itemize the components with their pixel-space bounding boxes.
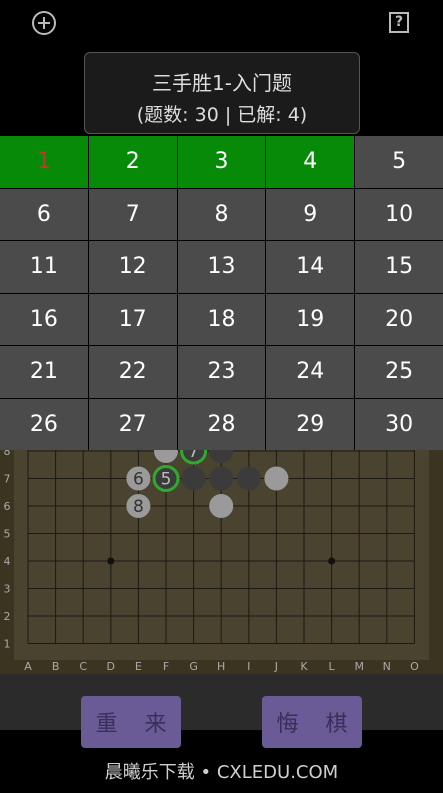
level-cell-21[interactable]: 21 [0,346,88,398]
help-icon[interactable]: ? [389,12,409,33]
level-cell-28[interactable]: 28 [177,398,266,450]
level-cell-18[interactable]: 18 [177,293,266,345]
board-canvas[interactable]: 87654321A B C D E F G H I J K L M N O6 587 [0,450,443,674]
undo-button[interactable]: 悔 棋 [262,696,362,748]
restart-button[interactable]: 重 来 [81,696,181,748]
level-cell-25[interactable]: 25 [355,346,443,398]
row-label-6: 6 [4,500,11,513]
level-cell-16[interactable]: 16 [0,293,88,345]
star-point-0 [107,557,115,565]
col-label-K: K [300,660,308,673]
row-label-3: 3 [4,583,11,596]
col-label-L: L [329,660,336,673]
level-cell-4[interactable]: 4 [266,136,355,188]
level-cell-22[interactable]: 22 [88,346,177,398]
row-label-7: 7 [4,473,11,486]
puzzle-set-title: 三手胜1-入门题 [152,71,292,95]
col-label-B: B [52,660,60,673]
level-cell-19[interactable]: 19 [266,293,355,345]
level-cell-23[interactable]: 23 [177,346,266,398]
gomoku-board[interactable]: 87654321ABCDEFGHIJKLMNO6587 [0,450,443,674]
level-cell-15[interactable]: 15 [355,241,443,293]
col-label-F: F [163,660,169,673]
level-cell-3[interactable]: 3 [177,136,266,188]
row-label-2: 2 [4,610,11,623]
puzzle-title-panel: 三手胜1-入门题 (题数: 30 | 已解: 4) [84,52,360,134]
row-label-1: 1 [4,638,11,651]
level-cell-12[interactable]: 12 [88,241,177,293]
col-label-I: I [247,660,250,673]
level-cell-29[interactable]: 29 [266,398,355,450]
level-cell-13[interactable]: 13 [177,241,266,293]
col-label-C: C [79,660,87,673]
bottom-panel [0,674,443,730]
level-cell-8[interactable]: 8 [177,188,266,240]
stone-label-E6: 8 [133,497,144,517]
stone-label-E7: 6 [133,470,144,490]
stone-label-G8: 7 [188,450,199,462]
col-label-N: N [383,660,391,673]
top-bar: ? [0,0,443,46]
watermark: 晨曦乐下载 • CXLEDU.COM [104,762,339,783]
row-label-8: 8 [4,450,11,458]
col-label-O: O [410,660,419,673]
col-label-J: J [274,660,278,673]
row-label-5: 5 [4,528,11,541]
stone-label-F7: 5 [161,470,172,490]
level-cell-2[interactable]: 2 [88,136,177,188]
level-cell-26[interactable]: 26 [0,398,88,450]
col-label-A: A [24,660,32,673]
stone-I7 [236,466,261,491]
level-cell-27[interactable]: 27 [88,398,177,450]
level-cell-11[interactable]: 11 [0,241,88,293]
level-cell-9[interactable]: 9 [266,188,355,240]
col-label-M: M [354,660,364,673]
stone-J7 [264,466,289,491]
col-label-D: D [107,660,115,673]
level-cell-7[interactable]: 7 [88,188,177,240]
stone-H6 [209,494,234,518]
level-cell-17[interactable]: 17 [88,293,177,345]
level-grid: 1 2 3 4 5 6 7 8 9 10 11 12 13 14 15 16 17 18 19 20 21 22 23 24 2… [0,136,443,450]
star-point-1 [328,557,336,565]
stone-G7 [181,466,206,491]
level-cell-5[interactable]: 5 [355,136,443,188]
plus-circle-icon[interactable] [32,11,56,35]
col-label-E: E [135,660,142,673]
puzzle-progress: (题数: 30 | 已解: 4) [136,104,308,126]
level-cell-24[interactable]: 24 [266,346,355,398]
col-label-H: H [217,660,225,673]
level-cell-6[interactable]: 6 [0,188,88,240]
level-cell-20[interactable]: 20 [355,293,443,345]
level-cell-30[interactable]: 30 [355,398,443,450]
col-label-G: G [189,660,198,673]
level-cell-14[interactable]: 14 [266,241,355,293]
stone-H7 [209,466,234,491]
row-label-4: 4 [4,555,11,568]
level-cell-1[interactable]: 1 [0,136,88,188]
level-cell-10[interactable]: 10 [355,188,443,240]
